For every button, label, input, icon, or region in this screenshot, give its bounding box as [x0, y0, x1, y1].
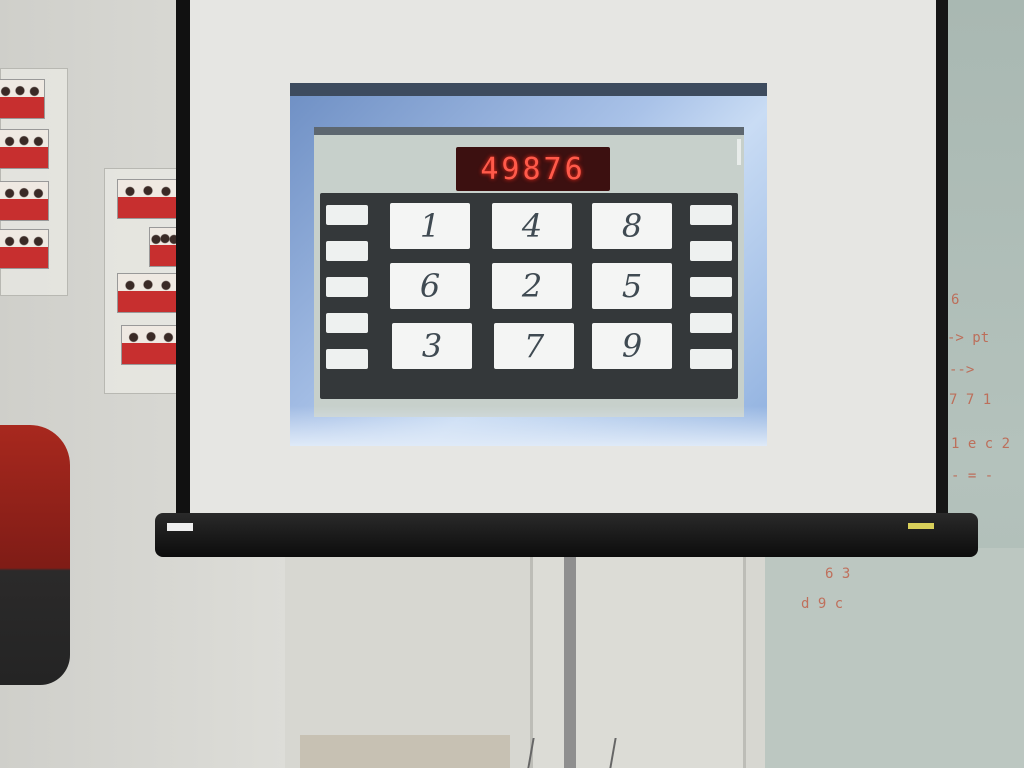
photo [0, 129, 49, 169]
side-button-right[interactable] [690, 313, 732, 333]
whiteboard-mark: 6 [951, 292, 960, 308]
screen-case [155, 513, 978, 557]
projected-desktop: 49876 1 4 8 6 2 5 3 7 9 [290, 83, 767, 446]
photo [117, 273, 179, 313]
case-label [167, 523, 193, 531]
whiteboard-mark: 6 3 [825, 566, 851, 582]
side-button-right[interactable] [690, 277, 732, 297]
window-titlebar[interactable] [314, 127, 744, 135]
screen-stand [564, 552, 576, 768]
key-7[interactable]: 7 [494, 323, 574, 369]
whiteboard-mark: d 9 c [801, 596, 844, 612]
whiteboard-mark: 1 e c 2 [951, 436, 1011, 452]
whiteboard-mark: --> [949, 362, 975, 378]
key-3[interactable]: 3 [392, 323, 472, 369]
scrollbar[interactable] [737, 139, 741, 165]
key-5[interactable]: 5 [592, 263, 672, 309]
whiteboard-lower: 6 3 d 9 c [765, 548, 1024, 768]
whiteboard-mark: - = - [951, 468, 994, 484]
side-button-right[interactable] [690, 241, 732, 261]
key-8[interactable]: 8 [592, 203, 672, 249]
seven-segment-display: 49876 [456, 147, 610, 191]
key-1[interactable]: 1 [390, 203, 470, 249]
key-6[interactable]: 6 [390, 263, 470, 309]
key-4[interactable]: 4 [492, 203, 572, 249]
side-button-left[interactable] [326, 205, 368, 225]
side-button-left[interactable] [326, 241, 368, 261]
side-button-right[interactable] [690, 205, 732, 225]
desktop-wallpaper-glow [290, 406, 767, 446]
photo [0, 181, 49, 221]
whiteboard-mark: -> pt [947, 330, 990, 346]
side-button-left[interactable] [326, 349, 368, 369]
floor [300, 735, 510, 768]
photo [0, 229, 49, 269]
key-9[interactable]: 9 [592, 323, 672, 369]
red-chair [0, 425, 70, 685]
keypad-app-window[interactable]: 49876 1 4 8 6 2 5 3 7 9 [314, 127, 744, 417]
whiteboard-mark: 7 7 1 [949, 392, 992, 408]
photo [121, 325, 181, 365]
case-sticker [908, 523, 934, 529]
side-button-right[interactable] [690, 349, 732, 369]
keypad: 1 4 8 6 2 5 3 7 9 [320, 193, 738, 399]
key-2[interactable]: 2 [492, 263, 572, 309]
display-value: 49876 [480, 151, 586, 187]
top-panel [290, 83, 767, 96]
photo [0, 79, 45, 119]
photo-frame [104, 168, 184, 394]
screen-stand-legs [527, 738, 617, 768]
photo [117, 179, 179, 219]
side-button-left[interactable] [326, 277, 368, 297]
door [530, 550, 746, 768]
photo-frame [0, 68, 68, 296]
side-button-left[interactable] [326, 313, 368, 333]
